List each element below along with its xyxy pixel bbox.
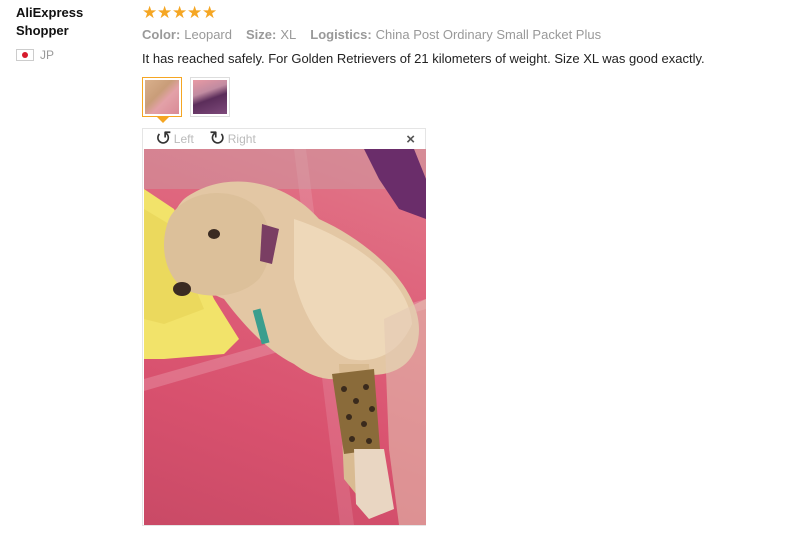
rotate-right-icon: ↻: [209, 128, 226, 150]
thumbnail-2[interactable]: [190, 77, 230, 117]
rotate-right-button[interactable]: ↻ Right: [209, 128, 256, 150]
rotate-left-button[interactable]: ↺ Left: [155, 128, 194, 150]
star-icon: ★: [172, 3, 188, 22]
product-photo-thumbnail: [193, 80, 227, 114]
review-author: AliExpress Shopper JP: [16, 4, 126, 62]
author-country: JP: [16, 48, 126, 62]
thumbnail-1[interactable]: [142, 77, 182, 123]
star-icon: ★: [142, 3, 158, 22]
star-icon: ★: [187, 3, 203, 22]
review-body: ★ ★ ★ ★ ★ Color: Leopard Size: XL Logistic…: [142, 4, 762, 123]
dog-photo-thumbnail: [145, 80, 179, 114]
viewer-toolbar: ↺ Left ↻ Right ×: [143, 129, 425, 149]
star-rating: ★ ★ ★ ★ ★: [142, 4, 762, 22]
image-viewer: ↺ Left ↻ Right ×: [142, 128, 426, 526]
country-code: JP: [40, 48, 55, 62]
review-thumbnails: [142, 77, 762, 123]
author-name: AliExpress Shopper: [16, 5, 84, 38]
dog-photo-illustration: [144, 149, 426, 525]
product-attributes: Color: Leopard Size: XL Logistics: China Po…: [142, 27, 762, 42]
rotate-left-icon: ↺: [155, 128, 172, 150]
rotate-left-label: Left: [173, 132, 194, 146]
star-icon: ★: [202, 3, 218, 22]
attribute-size: Size: XL: [246, 27, 297, 42]
attribute-logistics: Logistics: China Post Ordinary Small Pack…: [310, 27, 602, 42]
review-photo: [144, 149, 426, 525]
review-text: It has reached safely. For Golden Retrie…: [142, 51, 705, 66]
close-viewer-button[interactable]: ×: [406, 131, 415, 148]
attribute-color: Color: Leopard: [142, 27, 232, 42]
japan-flag-icon: [16, 49, 34, 61]
rotate-right-label: Right: [227, 132, 256, 146]
star-icon: ★: [157, 3, 173, 22]
